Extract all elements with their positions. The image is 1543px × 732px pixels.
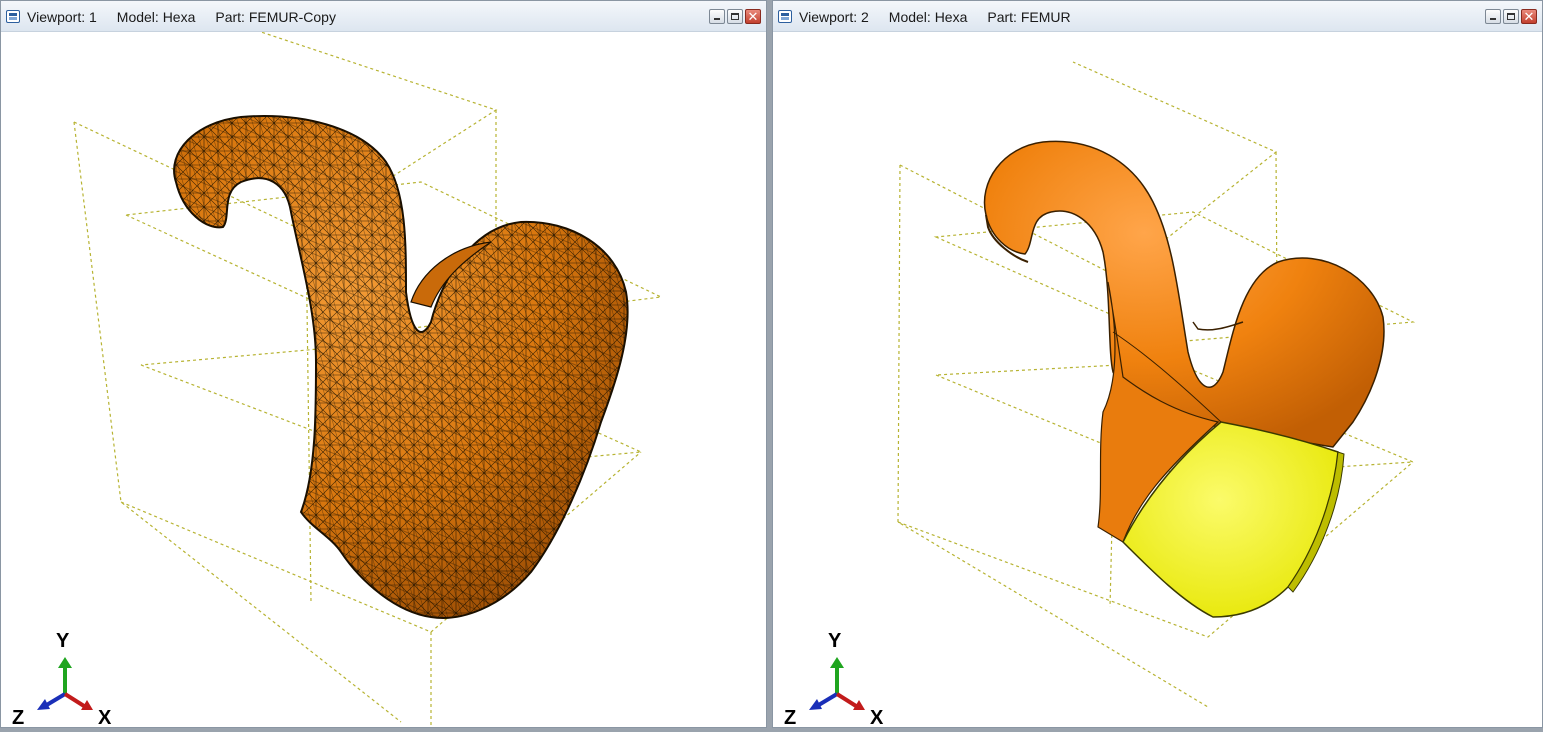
minimize-icon[interactable]	[1485, 9, 1501, 24]
restore-icon[interactable]	[727, 9, 743, 24]
viewport-icon[interactable]	[6, 10, 20, 23]
axis-z-label: Z	[784, 707, 797, 729]
viewport-1-titlebar[interactable]: Viewport: 1 Model: Hexa Part: FEMUR-Copy ✕	[1, 1, 766, 32]
part-label: Part: FEMUR	[987, 9, 1071, 25]
axis-y-label: Y	[828, 630, 842, 652]
axis-triad: Y Z X	[1, 602, 131, 732]
viewport-2-titlebar[interactable]: Viewport: 2 Model: Hexa Part: FEMUR ✕	[773, 1, 1542, 32]
axis-triad: Y Z X	[773, 602, 903, 732]
viewport-icon[interactable]	[778, 10, 792, 23]
model-label: Model: Hexa	[116, 9, 196, 25]
viewport-2-canvas[interactable]: Y Z X	[773, 32, 1542, 728]
axis-x-label: X	[870, 707, 884, 729]
viewport-2-window[interactable]: Viewport: 2 Model: Hexa Part: FEMUR ✕ Y …	[772, 0, 1543, 728]
restore-icon[interactable]	[1503, 9, 1519, 24]
close-icon[interactable]: ✕	[1521, 9, 1537, 24]
viewport-label: Viewport: 1	[27, 9, 97, 25]
femur-solid-shape	[983, 140, 1385, 448]
axis-y-label: Y	[56, 630, 70, 652]
axis-z-label: Z	[12, 707, 25, 729]
viewport-1-window[interactable]: Viewport: 1 Model: Hexa Part: FEMUR-Copy ✕	[0, 0, 767, 728]
viewport-2-title: Viewport: 2 Model: Hexa Part: FEMUR	[799, 9, 1091, 25]
axis-x-label: X	[98, 707, 112, 729]
viewport-label: Viewport: 2	[799, 9, 869, 25]
close-icon[interactable]: ✕	[745, 9, 761, 24]
model-label: Model: Hexa	[888, 9, 968, 25]
window-buttons: ✕	[1485, 9, 1537, 24]
window-buttons: ✕	[709, 9, 761, 24]
part-label: Part: FEMUR-Copy	[215, 9, 336, 25]
viewport-1-title: Viewport: 1 Model: Hexa Part: FEMUR-Copy	[27, 9, 356, 25]
viewport-1-canvas[interactable]: Y Z X	[1, 32, 766, 728]
minimize-icon[interactable]	[709, 9, 725, 24]
